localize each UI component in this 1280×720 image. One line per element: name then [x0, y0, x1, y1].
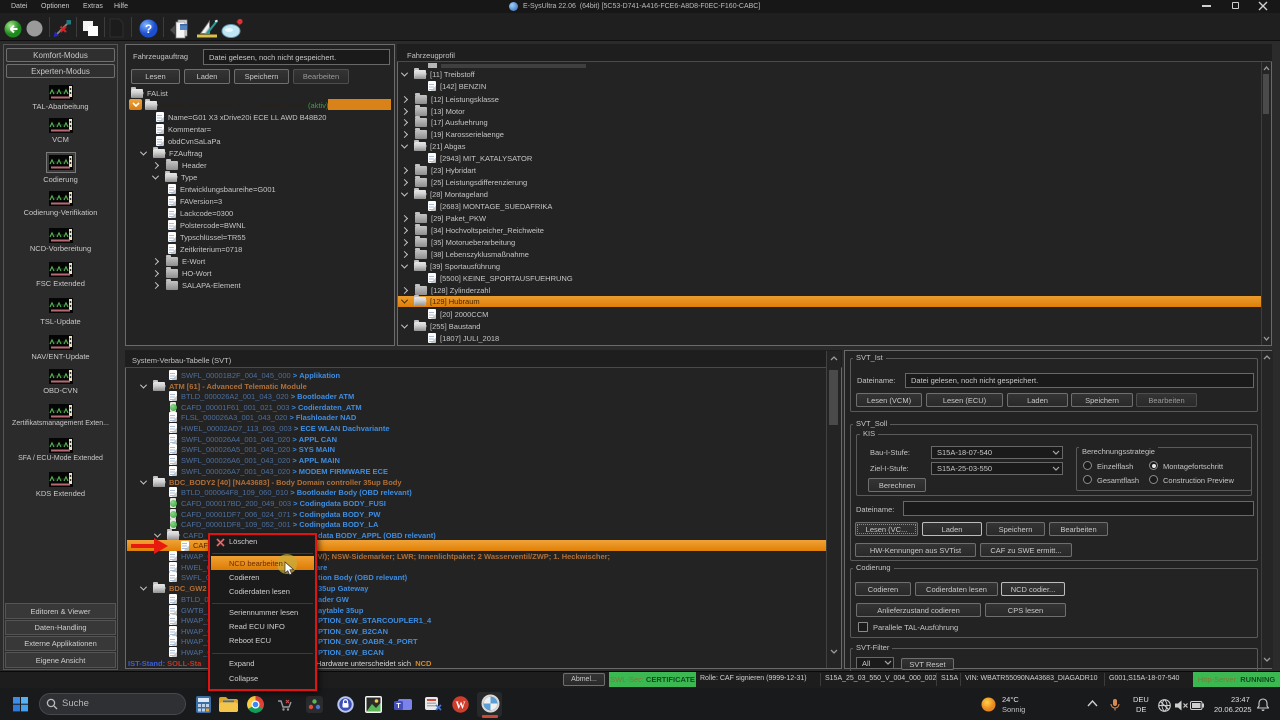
svg-text:T: T [396, 703, 401, 710]
svg-text:?: ? [145, 22, 152, 36]
svg-text:W: W [456, 701, 466, 712]
